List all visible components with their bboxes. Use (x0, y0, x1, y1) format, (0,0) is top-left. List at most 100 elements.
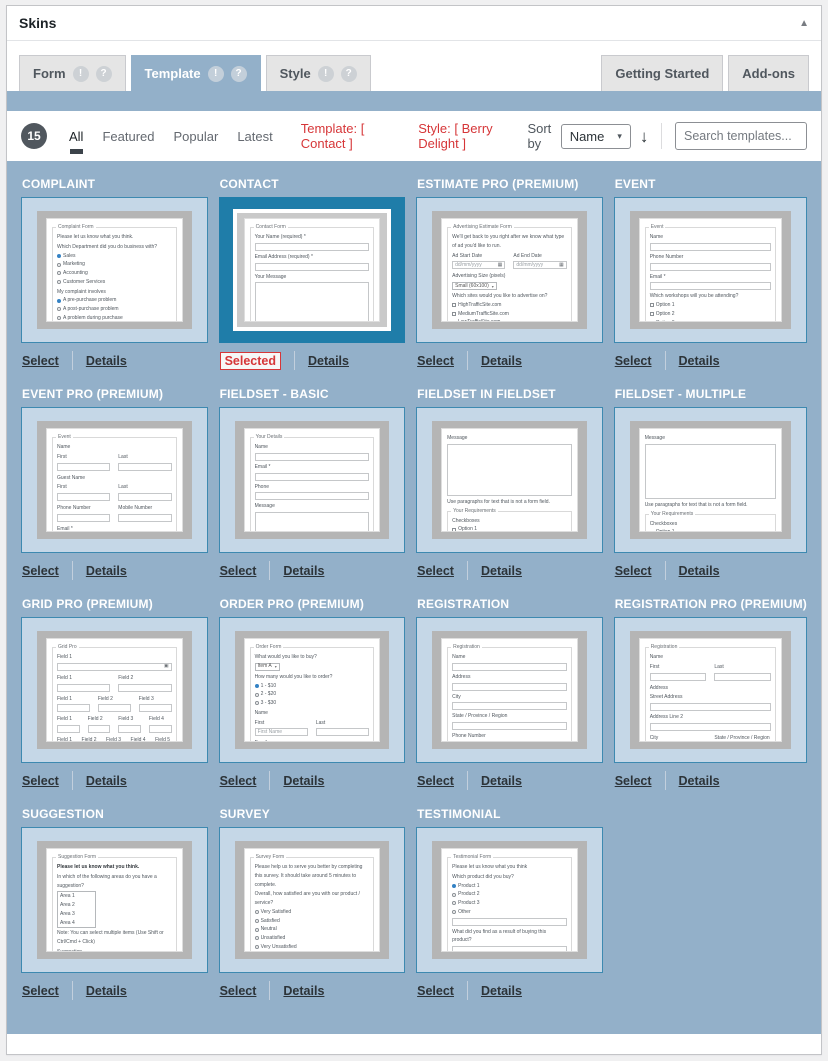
help-badge-icon[interactable]: ? (96, 66, 112, 82)
tab-style[interactable]: Style!? (266, 55, 371, 91)
select-link[interactable]: Select (615, 354, 652, 368)
links-divider (467, 351, 468, 370)
preview-label: Field 3 (118, 715, 141, 724)
preview-label: First (57, 453, 110, 462)
option-label: Product 1 (458, 882, 479, 891)
card-title: COMPLAINT (22, 177, 208, 191)
select-link[interactable]: Select (22, 564, 59, 578)
preview-radio: Unsatisfied (255, 934, 370, 943)
details-link[interactable]: Details (481, 774, 522, 788)
select-link[interactable]: Select (417, 354, 454, 368)
tab-label: Template (145, 66, 201, 81)
preview-legend: Registration (451, 643, 482, 652)
chevron-down-icon: ▾ (492, 283, 494, 290)
preview-label: Note: You can select multiple items (Use… (57, 929, 172, 947)
preview-label: Field 2 (118, 674, 171, 683)
alert-badge-icon[interactable]: ! (73, 66, 89, 82)
sort-select[interactable]: Name ▾ (561, 124, 631, 149)
select-link[interactable]: Select (22, 984, 59, 998)
card-links: Select Details (21, 981, 208, 1000)
select-link[interactable]: Select (615, 774, 652, 788)
preview-radio: Very Satisfied (255, 908, 370, 917)
preview-columns: FirstFirst NameLast (255, 718, 370, 739)
details-link[interactable]: Details (481, 564, 522, 578)
details-link[interactable]: Details (86, 984, 127, 998)
details-link[interactable]: Details (86, 354, 127, 368)
template-thumbnail: EventNamePhone NumberEmail *Which worksh… (614, 197, 807, 343)
filter-all[interactable]: All (69, 129, 83, 144)
alert-badge-icon[interactable]: ! (208, 66, 224, 82)
preview-column: Ad Start Datedd/mm/yyyy▦ (452, 251, 505, 272)
details-link[interactable]: Details (308, 354, 349, 368)
card-links: SelectedDetails (219, 351, 406, 370)
template-thumbnail: EventNameFirstLastGuest NameFirstLastPho… (21, 407, 208, 553)
sort-by-label: Sort by (527, 121, 551, 151)
preview-label: Address (650, 684, 771, 693)
details-link[interactable]: Details (481, 354, 522, 368)
form-preview: Survey FormPlease help us to serve you b… (244, 848, 381, 952)
select-link[interactable]: Select (22, 774, 59, 788)
help-badge-icon[interactable]: ? (231, 66, 247, 82)
details-link[interactable]: Details (481, 984, 522, 998)
preview-columns: FirstLast (57, 482, 172, 503)
details-link[interactable]: Details (283, 984, 324, 998)
option-label: N/A (261, 952, 269, 953)
collapse-icon[interactable]: ▲ (799, 18, 809, 29)
select-link[interactable]: Select (615, 564, 652, 578)
tab-label: Getting Started (615, 66, 709, 81)
help-badge-icon[interactable]: ? (341, 66, 357, 82)
preview-label: Ad Start Date (452, 252, 505, 261)
current-selection: Template: [ Contact ]Style: [ Berry Deli… (301, 121, 528, 151)
filter-latest[interactable]: Latest (237, 129, 272, 144)
select-link[interactable]: Select (220, 564, 257, 578)
details-link[interactable]: Details (679, 774, 720, 788)
preview-fieldset: Grid ProField 1▣Field 1Field 2Field 1Fie… (52, 647, 177, 742)
filter-featured[interactable]: Featured (102, 129, 154, 144)
details-link[interactable]: Details (86, 564, 127, 578)
radio-icon (452, 901, 456, 905)
tab-template[interactable]: Template!? (131, 55, 261, 91)
preview-input (57, 514, 110, 522)
preview-legend: Suggestion Form (56, 853, 98, 862)
select-link[interactable]: Select (417, 774, 454, 788)
checkbox-icon (452, 528, 456, 532)
card-links: Select Details (614, 351, 807, 370)
preview-input (452, 918, 567, 926)
details-link[interactable]: Details (679, 354, 720, 368)
select-link[interactable]: Select (417, 564, 454, 578)
sort-direction-icon[interactable]: ↓ (640, 128, 649, 145)
option-label: Neutral (261, 925, 277, 934)
preview-column: Field 2 (98, 694, 131, 715)
tab-form[interactable]: Form!? (19, 55, 126, 91)
preview-label: Last (118, 453, 171, 462)
preview-label: Message (255, 502, 370, 511)
preview-label: Name (650, 653, 771, 662)
preview-label: Last (118, 483, 171, 492)
search-input[interactable] (675, 122, 807, 150)
details-link[interactable]: Details (86, 774, 127, 788)
tab-getting-started[interactable]: Getting Started (601, 55, 723, 91)
links-divider (665, 351, 666, 370)
tab-add-ons[interactable]: Add-ons (728, 55, 809, 91)
preview-label: Your Message (255, 273, 370, 282)
card-title: FIELDSET IN FIELDSET (417, 387, 603, 401)
checkbox-icon (650, 531, 654, 532)
option-label: A post-purchase problem (63, 305, 119, 314)
radio-icon (255, 910, 259, 914)
filter-popular[interactable]: Popular (174, 129, 219, 144)
preview-label: What would you like to buy? (255, 653, 370, 662)
details-link[interactable]: Details (283, 774, 324, 788)
preview-column: Last (118, 452, 171, 473)
preview-label: Ad End Date (513, 252, 566, 261)
select-link[interactable]: Select (22, 354, 59, 368)
select-link[interactable]: Select (220, 774, 257, 788)
preview-input (316, 728, 369, 736)
details-link[interactable]: Details (283, 564, 324, 578)
details-link[interactable]: Details (679, 564, 720, 578)
preview-label: Field 1 (57, 715, 80, 724)
panel-header: Skins ▲ (7, 6, 821, 41)
select-link[interactable]: Select (220, 984, 257, 998)
alert-badge-icon[interactable]: ! (318, 66, 334, 82)
select-link[interactable]: Select (417, 984, 454, 998)
form-preview: EventNameFirstLastGuest NameFirstLastPho… (46, 428, 183, 532)
